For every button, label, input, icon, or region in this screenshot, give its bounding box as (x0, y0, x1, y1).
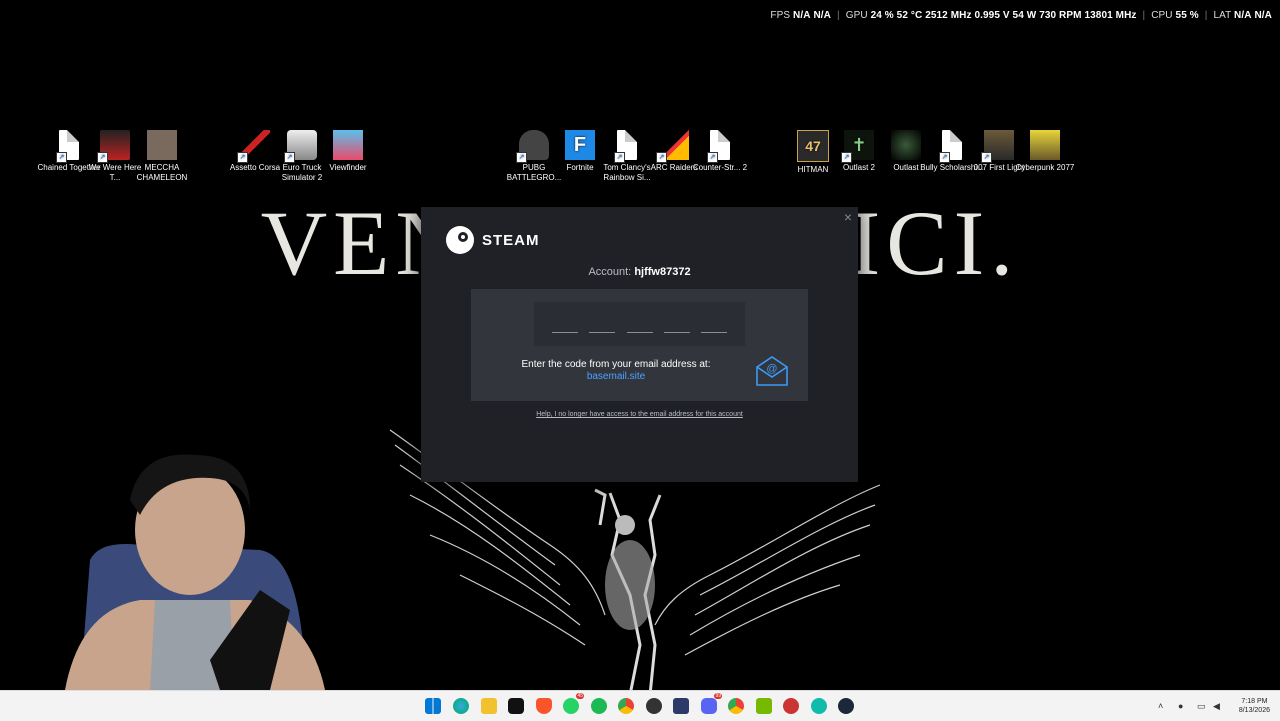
performance-overlay: FPS N/A N/A | GPU 24 % 52 °C 2512 MHz 0.99… (770, 10, 1272, 21)
nvidia-icon[interactable] (756, 698, 772, 714)
chrome-icon-2[interactable] (728, 698, 744, 714)
game-icon (333, 130, 363, 160)
whatsapp-badge: 45 (576, 693, 584, 699)
webcam-overlay (65, 454, 325, 690)
code-slot-2[interactable] (589, 332, 615, 333)
code-slot-1[interactable] (552, 332, 578, 333)
chevron-up-icon[interactable]: ˄ (1158, 701, 1163, 711)
desktop-icon-counter-strike[interactable]: ↗ Counter-Str... 2 (688, 130, 752, 173)
game-icon: ↗ (516, 130, 549, 163)
game-icon: ✝ ↗ (841, 130, 874, 163)
game-icon: ↗ (97, 130, 130, 163)
steam-taskbar-icon[interactable] (838, 698, 854, 714)
clock-date: 8/13/2026 (1238, 707, 1270, 714)
clock[interactable]: 7:18 PM 8/13/2026 (1239, 697, 1270, 715)
file-icon: ↗ (56, 130, 79, 163)
desktop-icon-meccha-chameleon[interactable]: MECCHA CHAMELEON (130, 130, 194, 183)
game-icon (891, 130, 921, 160)
code-slot-5[interactable] (701, 332, 727, 333)
file-icon: ↗ (707, 130, 730, 163)
code-slot-4[interactable] (664, 332, 690, 333)
game-icon: ↗ (981, 130, 1014, 163)
game-icon (147, 130, 177, 160)
microphone-icon[interactable]: ● (1178, 701, 1183, 711)
account-name: hjffw87372 (634, 266, 691, 278)
edge-icon[interactable] (453, 698, 469, 714)
app-icon-3[interactable] (783, 698, 799, 714)
email-domain: basemail.site (586, 371, 646, 382)
game-icon: 47 (797, 130, 829, 162)
game-icon: ↗ (237, 130, 270, 163)
close-button[interactable]: × (844, 209, 852, 225)
account-line: Account: hjffw87372 (588, 266, 691, 278)
discord-icon[interactable]: 99 (701, 693, 722, 714)
network-icon[interactable]: ▭ (1197, 701, 1206, 712)
game-icon: ↗ (284, 130, 317, 163)
steam-icon (446, 226, 474, 254)
game-icon: ↗ (656, 130, 689, 163)
app-icon-2[interactable] (673, 698, 689, 714)
file-explorer-icon[interactable] (481, 698, 497, 714)
whatsapp-icon[interactable]: 45 (563, 693, 584, 714)
app-icon[interactable] (646, 698, 662, 714)
discord-badge: 99 (714, 693, 722, 699)
taskbar: 45 99 ˄ ● ▭ ◀ 7:18 PM 8/13/2026 (0, 690, 1280, 721)
steam-guard-dialog: × STEAM Account: hjffw87372 Enter the co… (421, 207, 858, 482)
game-icon (1030, 130, 1060, 160)
clock-time: 7:18 PM (1241, 698, 1268, 705)
game-icon: F (565, 130, 595, 160)
code-slot-3[interactable] (627, 332, 653, 333)
email-icon: @ (756, 356, 788, 386)
desktop-icon-cyberpunk[interactable]: Cyberpunk 2077 (1013, 130, 1077, 173)
svg-text:@: @ (766, 363, 777, 375)
start-windows-icon[interactable] (425, 698, 441, 714)
file-icon: ↗ (939, 130, 962, 163)
code-input[interactable] (534, 302, 745, 346)
brave-icon[interactable] (536, 698, 552, 714)
chrome-icon[interactable] (618, 698, 634, 714)
volume-icon[interactable]: ◀ (1213, 701, 1220, 712)
spotify-icon[interactable] (591, 698, 607, 714)
code-entry-panel: Enter the code from your email address a… (471, 289, 808, 401)
help-no-email-access-link[interactable]: Help, I no longer have access to the ema… (421, 411, 858, 418)
steam-logo: STEAM (446, 226, 540, 254)
email-prompt: Enter the code from your email address a… (491, 359, 741, 383)
file-icon: ↗ (614, 130, 637, 163)
steam-wordmark: STEAM (482, 231, 540, 249)
tiktok-icon[interactable] (508, 698, 524, 714)
desktop-icon-viewfinder[interactable]: Viewfinder (316, 130, 380, 173)
app-icon-4[interactable] (811, 698, 827, 714)
